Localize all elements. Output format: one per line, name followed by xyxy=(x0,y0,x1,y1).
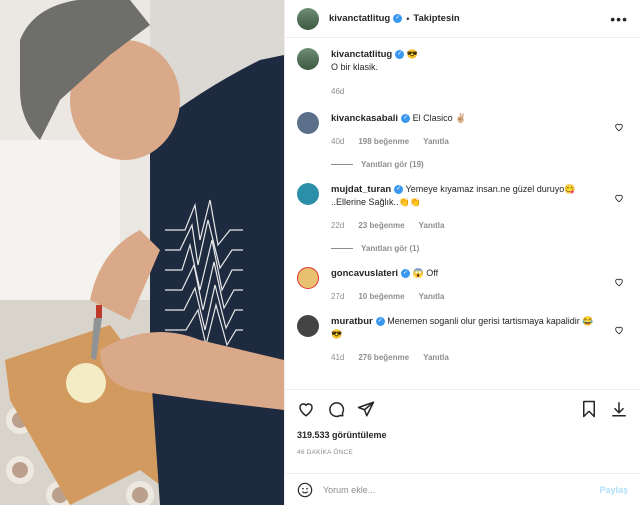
verified-icon: ✓ xyxy=(375,317,385,327)
comment-username[interactable]: kivanckasabali xyxy=(331,113,398,124)
comment-item: muratbur ✓ Menemen soganli olur gerisi ta… xyxy=(297,315,628,362)
reply-button[interactable]: Yanıtla xyxy=(423,137,449,146)
commenter-avatar[interactable] xyxy=(297,267,319,289)
post-actions: 319.533 görüntüleme 46 DAKİKA ÖNCE xyxy=(285,389,640,473)
post-comment-button[interactable]: Paylaş xyxy=(599,485,628,495)
video-frame xyxy=(0,0,284,505)
view-replies[interactable]: Yanıtları gör (19) xyxy=(331,160,628,169)
caption: kivanctatlitug ✓ 😎 O bir klasik. 46d xyxy=(297,48,628,96)
view-replies-label[interactable]: Yanıtları gör (1) xyxy=(361,244,419,253)
replies-line xyxy=(331,248,353,249)
comment-username[interactable]: goncavuslateri xyxy=(331,268,398,279)
post-panel: kivanctatlitug ✓ • Takiptesin ••• kivanc… xyxy=(284,0,640,505)
bookmark-icon[interactable] xyxy=(580,400,598,418)
author-avatar[interactable] xyxy=(297,7,319,30)
heart-icon[interactable] xyxy=(297,400,315,418)
comment-time: 22d xyxy=(331,221,345,230)
view-count[interactable]: 319.533 görüntüleme xyxy=(297,430,628,440)
comment-input[interactable] xyxy=(323,484,600,495)
post-time: 46 DAKİKA ÖNCE xyxy=(297,449,353,456)
comments-list: kivanctatlitug ✓ 😎 O bir klasik. 46d kiva… xyxy=(285,38,640,389)
comment-username[interactable]: muratbur xyxy=(331,316,373,327)
post-header: kivanctatlitug ✓ • Takiptesin ••• xyxy=(285,0,640,38)
verified-icon: ✓ xyxy=(395,50,405,60)
comment-body: kivanckasabali ✓ El Clasico ✌🏼 40d 198 beğ… xyxy=(331,112,628,146)
comment-body: goncavuslateri ✓ 😱 Off 27d 10 beğenme Yanıt… xyxy=(331,267,628,301)
like-comment-icon[interactable] xyxy=(614,325,624,335)
like-comment-icon[interactable] xyxy=(614,193,624,203)
emoji-icon[interactable] xyxy=(297,482,313,498)
caption-emoji: 😎 xyxy=(406,49,418,59)
comment-item: goncavuslateri ✓ 😱 Off 27d 10 beğenme Yanıt… xyxy=(297,267,628,301)
comment-time: 40d xyxy=(331,137,345,146)
caption-body: kivanctatlitug ✓ 😎 O bir klasik. 46d xyxy=(331,48,628,96)
comment-item: kivanckasabali ✓ El Clasico ✌🏼 40d 198 beğ… xyxy=(297,112,628,146)
comment-time: 27d xyxy=(331,292,345,301)
comment-text: El Clasico ✌🏼 xyxy=(412,113,467,123)
commenter-avatar[interactable] xyxy=(297,315,319,337)
comment-box: Paylaş xyxy=(285,473,640,505)
share-icon[interactable] xyxy=(357,400,375,418)
comment-likes[interactable]: 198 beğenme xyxy=(358,137,409,146)
reply-button[interactable]: Yanıtla xyxy=(423,353,449,362)
reply-button[interactable]: Yanıtla xyxy=(419,292,445,301)
verified-icon: ✓ xyxy=(401,269,411,279)
comment-text: 😱 Off xyxy=(412,268,439,278)
separator-dot: • xyxy=(406,13,410,24)
comment-likes[interactable]: 276 beğenme xyxy=(358,353,409,362)
follow-status[interactable]: Takiptesin xyxy=(413,13,459,24)
more-options-icon[interactable]: ••• xyxy=(610,11,628,27)
commenter-avatar[interactable] xyxy=(297,112,319,134)
view-replies[interactable]: Yanıtları gör (1) xyxy=(331,244,628,253)
verified-icon: ✓ xyxy=(393,14,403,23)
download-icon[interactable] xyxy=(610,400,628,418)
like-comment-icon[interactable] xyxy=(614,277,624,287)
caption-username[interactable]: kivanctatlitug xyxy=(331,49,392,60)
comment-username[interactable]: mujdat_turan xyxy=(331,184,391,195)
verified-icon: ✓ xyxy=(394,185,404,195)
comment-item: mujdat_turan ✓ Yemeye kıyamaz insan.ne gü… xyxy=(297,183,628,230)
verified-icon: ✓ xyxy=(401,114,411,124)
view-replies-label[interactable]: Yanıtları gör (19) xyxy=(361,160,424,169)
like-comment-icon[interactable] xyxy=(614,122,624,132)
author-avatar[interactable] xyxy=(297,48,319,70)
comment-icon[interactable] xyxy=(327,400,345,418)
replies-line xyxy=(331,164,353,165)
post-video[interactable] xyxy=(0,0,284,505)
caption-text: O bir klasik. xyxy=(331,62,379,72)
comment-body: muratbur ✓ Menemen soganli olur gerisi ta… xyxy=(331,315,628,362)
caption-time: 46d xyxy=(331,87,345,96)
post-viewer: kivanctatlitug ✓ • Takiptesin ••• kivanc… xyxy=(0,0,640,505)
commenter-avatar[interactable] xyxy=(297,183,319,205)
comment-body: mujdat_turan ✓ Yemeye kıyamaz insan.ne gü… xyxy=(331,183,628,230)
comment-time: 41d xyxy=(331,353,345,362)
comment-likes[interactable]: 23 beğenme xyxy=(358,221,404,230)
reply-button[interactable]: Yanıtla xyxy=(419,221,445,230)
author-username[interactable]: kivanctatlitug xyxy=(329,13,390,24)
action-icons xyxy=(297,398,628,420)
comment-likes[interactable]: 10 beğenme xyxy=(358,292,404,301)
